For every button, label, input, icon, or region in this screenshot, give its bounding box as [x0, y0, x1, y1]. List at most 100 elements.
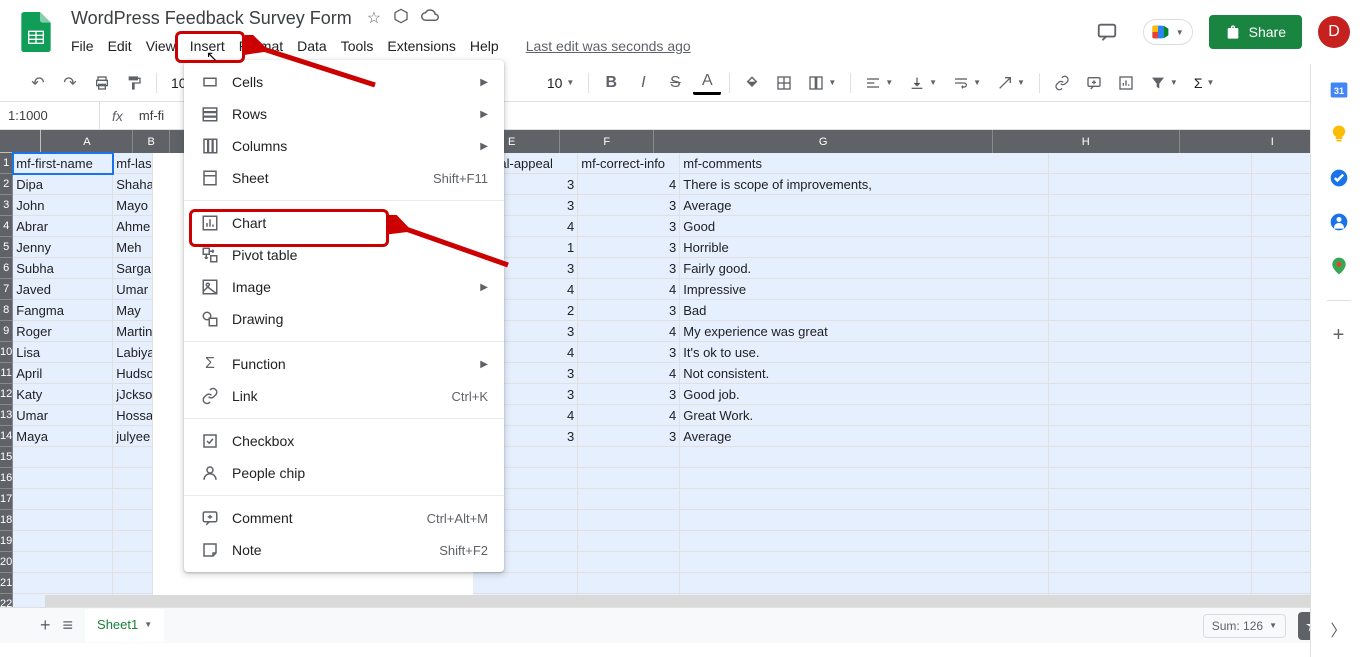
insert-link[interactable]: LinkCtrl+K	[184, 380, 504, 412]
cell[interactable]	[1049, 531, 1252, 552]
cell[interactable]: Martin	[113, 321, 153, 342]
insert-sheet[interactable]: SheetShift+F11	[184, 162, 504, 194]
insert-image[interactable]: Image▶	[184, 271, 504, 303]
cell[interactable]	[578, 447, 680, 468]
menu-data[interactable]: Data	[290, 34, 334, 58]
row-header[interactable]: 19	[0, 531, 13, 552]
move-icon[interactable]	[393, 8, 409, 29]
insert-function[interactable]: ΣFunction▶	[184, 348, 504, 380]
cell[interactable]	[113, 468, 153, 489]
cell[interactable]: 3	[578, 426, 680, 447]
maps-icon[interactable]	[1329, 256, 1349, 276]
cell[interactable]	[1049, 489, 1252, 510]
row-header[interactable]: 18	[0, 510, 13, 531]
cell[interactable]: 3	[578, 195, 680, 216]
insert-checkbox[interactable]: Checkbox	[184, 425, 504, 457]
cell[interactable]	[680, 447, 1049, 468]
cell[interactable]	[1049, 468, 1252, 489]
cell[interactable]: Hossa	[113, 405, 153, 426]
cell[interactable]: Average	[680, 426, 1049, 447]
functions-button[interactable]: Σ▼	[1188, 75, 1221, 91]
row-header[interactable]: 8	[0, 300, 13, 321]
cell[interactable]: Jenny	[13, 237, 113, 258]
wrap-button[interactable]: ▼	[947, 75, 987, 91]
col-header[interactable]: H	[993, 130, 1179, 153]
cell[interactable]: Javed	[13, 279, 113, 300]
cell[interactable]: Roger	[13, 321, 113, 342]
cell[interactable]: It's ok to use.	[680, 342, 1049, 363]
row-header[interactable]: 14	[0, 426, 13, 447]
cell[interactable]: mf-comments	[680, 153, 1049, 174]
cell[interactable]	[1049, 216, 1252, 237]
cell[interactable]: Dipa	[13, 174, 113, 195]
row-header[interactable]: 3	[0, 195, 13, 216]
text-color-button[interactable]: A	[693, 71, 721, 95]
star-icon[interactable]: ☆	[367, 8, 381, 29]
cell[interactable]	[113, 510, 153, 531]
hide-panel-button[interactable]: 〉	[1330, 617, 1346, 641]
cell[interactable]	[1049, 300, 1252, 321]
filter-button[interactable]: ▼	[1144, 75, 1184, 91]
add-addon-icon[interactable]: +	[1329, 325, 1349, 345]
cell[interactable]	[1049, 237, 1252, 258]
cell[interactable]	[680, 489, 1049, 510]
cell[interactable]	[473, 573, 578, 594]
cell[interactable]	[578, 489, 680, 510]
cell[interactable]: Good job.	[680, 384, 1049, 405]
cell[interactable]	[1049, 405, 1252, 426]
cell[interactable]: mf-first-name	[13, 153, 113, 174]
calendar-icon[interactable]: 31	[1329, 80, 1349, 100]
merge-button[interactable]: ▼	[802, 75, 842, 91]
cell[interactable]: 4	[578, 405, 680, 426]
row-header[interactable]: 13	[0, 405, 13, 426]
cell[interactable]: Impressive	[680, 279, 1049, 300]
cell[interactable]: John	[13, 195, 113, 216]
cell[interactable]: Fairly good.	[680, 258, 1049, 279]
italic-button[interactable]: I	[629, 69, 657, 97]
cell[interactable]	[680, 531, 1049, 552]
cell[interactable]: Meh	[113, 237, 153, 258]
row-header[interactable]: 15	[0, 447, 13, 468]
cell[interactable]: Umar	[113, 279, 153, 300]
row-header[interactable]: 6	[0, 258, 13, 279]
cell[interactable]	[13, 468, 113, 489]
col-header[interactable]: B	[133, 130, 170, 153]
menu-help[interactable]: Help	[463, 34, 506, 58]
insert-rows[interactable]: Rows▶	[184, 98, 504, 130]
select-all-corner[interactable]	[0, 130, 41, 153]
cell[interactable]: Horrible	[680, 237, 1049, 258]
cell[interactable]: Katy	[13, 384, 113, 405]
cell[interactable]	[113, 552, 153, 573]
cell[interactable]	[1049, 447, 1252, 468]
col-header[interactable]: A	[41, 130, 133, 153]
meet-button[interactable]: ▼	[1143, 19, 1193, 45]
cell[interactable]: Umar	[13, 405, 113, 426]
insert-drawing[interactable]: Drawing	[184, 303, 504, 335]
rotate-button[interactable]: ▼	[991, 75, 1031, 91]
insert-cells[interactable]: Cells▶	[184, 66, 504, 98]
col-header[interactable]: F	[560, 130, 654, 153]
cell[interactable]	[1049, 279, 1252, 300]
menu-tools[interactable]: Tools	[334, 34, 381, 58]
cell[interactable]: Sarga	[113, 258, 153, 279]
cell[interactable]: 4	[578, 279, 680, 300]
cell[interactable]	[680, 468, 1049, 489]
cell[interactable]	[113, 447, 153, 468]
tasks-icon[interactable]	[1329, 168, 1349, 188]
add-sheet-button[interactable]: +	[40, 615, 51, 636]
cell[interactable]	[13, 489, 113, 510]
all-sheets-button[interactable]: ≡	[63, 615, 74, 636]
cell[interactable]: 4	[578, 174, 680, 195]
sum-display[interactable]: Sum: 126▼	[1203, 614, 1286, 638]
cell[interactable]: mf-correct-info	[578, 153, 680, 174]
halign-button[interactable]: ▼	[859, 75, 899, 91]
cell[interactable]	[13, 531, 113, 552]
cell[interactable]: 4	[578, 321, 680, 342]
comments-icon[interactable]	[1087, 12, 1127, 52]
cell[interactable]: 3	[578, 300, 680, 321]
cell[interactable]	[113, 573, 153, 594]
borders-button[interactable]	[770, 69, 798, 97]
cell[interactable]: jJckso	[113, 384, 153, 405]
cell[interactable]	[13, 447, 113, 468]
valign-button[interactable]: ▼	[903, 75, 943, 91]
